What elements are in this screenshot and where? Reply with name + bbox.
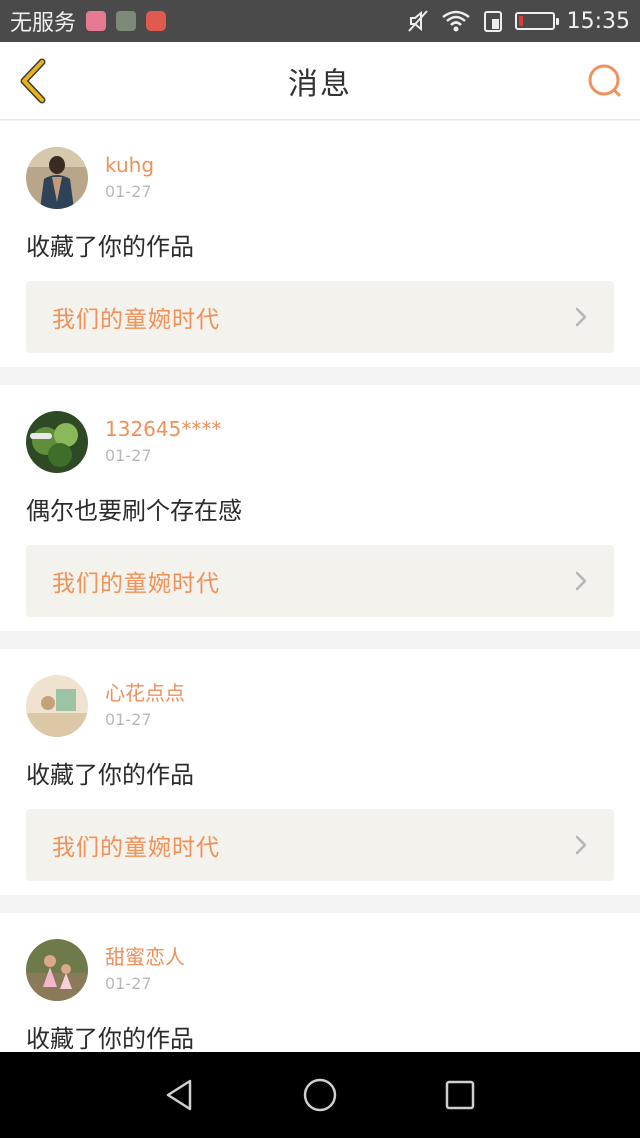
user-name[interactable]: 甜蜜恋人 [105,944,185,970]
chevron-right-icon [575,835,587,855]
chevron-right-icon [575,307,587,327]
avatar[interactable] [26,411,88,473]
search-icon[interactable] [586,62,624,100]
user-name[interactable]: 132645**** [105,416,221,442]
battery-icon [514,12,559,30]
square-recent-icon[interactable] [442,1077,478,1113]
circle-home-icon[interactable] [302,1077,338,1113]
avatar[interactable] [26,939,88,1001]
mute-icon [407,10,428,32]
work-title: 我们的童婉时代 [52,571,220,597]
notification-app2-icon [146,11,167,31]
notification-app-icon [86,11,107,31]
chevron-right-icon [575,571,587,591]
message-text: 收藏了你的作品 [26,233,194,261]
message-card: kuhg 01-27 收藏了你的作品 我们的童婉时代 [0,121,640,367]
message-text: 偶尔也要刷个存在感 [26,497,242,525]
message-date: 01-27 [105,182,152,201]
work-link[interactable]: 我们的童婉时代 [26,809,614,881]
status-bar: 无服务 15:35 [0,0,640,42]
user-meta: kuhg 01-27 [105,152,154,204]
clock: 15:35 [566,8,630,34]
work-link[interactable]: 我们的童婉时代 [26,545,614,617]
work-link[interactable]: 我们的童婉时代 [26,281,614,353]
work-title: 我们的童婉时代 [52,307,220,333]
status-icons: 15:35 [407,9,630,34]
user-name[interactable]: 心花点点 [105,680,185,706]
page-title: 消息 [288,66,352,102]
screen: 无服务 15:35 消息 kuhg 01-27 收藏了你的作品 我们的童婉时代 … [0,0,640,1138]
avatar[interactable] [26,147,88,209]
message-user-row[interactable]: 甜蜜恋人 01-27 [26,939,614,1001]
wifi-icon [441,10,470,32]
message-date: 01-27 [105,974,152,993]
system-nav-bar [0,1052,640,1138]
triangle-back-icon[interactable] [162,1077,198,1113]
notification-qr-icon [116,11,137,31]
message-user-row[interactable]: 132645**** 01-27 [26,411,614,473]
user-meta: 132645**** 01-27 [105,416,221,468]
message-card: 心花点点 01-27 收藏了你的作品 我们的童婉时代 [0,649,640,895]
work-title: 我们的童婉时代 [52,835,220,861]
message-list: kuhg 01-27 收藏了你的作品 我们的童婉时代 132645**** 01… [0,121,640,1138]
message-date: 01-27 [105,446,152,465]
user-meta: 甜蜜恋人 01-27 [105,944,185,996]
sim-icon [483,11,502,32]
app-header: 消息 [0,42,640,120]
message-user-row[interactable]: kuhg 01-27 [26,147,614,209]
message-user-row[interactable]: 心花点点 01-27 [26,675,614,737]
message-date: 01-27 [105,710,152,729]
chevron-left-icon[interactable] [14,58,54,104]
message-text: 收藏了你的作品 [26,761,194,789]
carrier-label: 无服务 [10,11,77,36]
user-meta: 心花点点 01-27 [105,680,185,732]
avatar[interactable] [26,675,88,737]
message-card: 132645**** 01-27 偶尔也要刷个存在感 我们的童婉时代 [0,385,640,631]
user-name[interactable]: kuhg [105,152,154,178]
